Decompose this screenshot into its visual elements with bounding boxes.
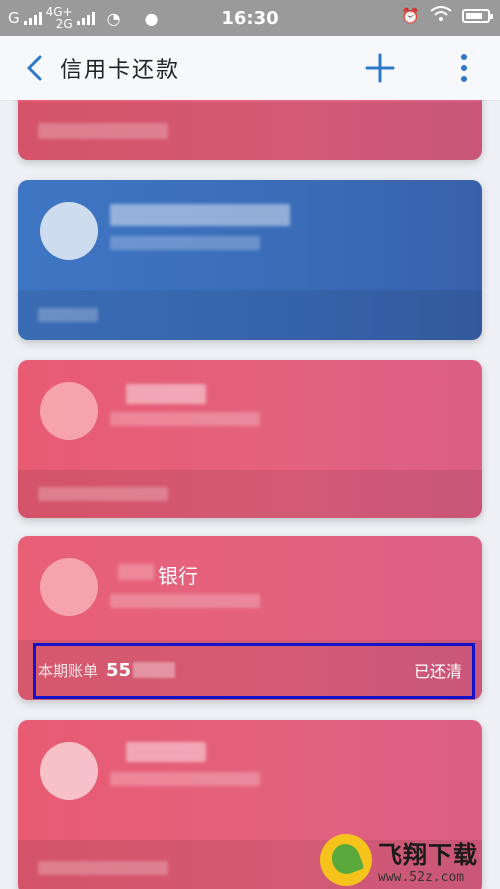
masked-bill-text bbox=[38, 308, 98, 322]
repayment-status: 已还清 bbox=[413, 662, 462, 681]
bank-logo bbox=[40, 558, 98, 616]
masked-card-number bbox=[110, 236, 260, 250]
wifi-icon bbox=[430, 6, 452, 26]
page-title: 信用卡还款 bbox=[60, 58, 181, 83]
bank-logo bbox=[40, 202, 98, 260]
card-bill-row bbox=[18, 290, 482, 340]
bank-name: 银行 bbox=[158, 564, 198, 588]
credit-card-item[interactable] bbox=[18, 360, 482, 518]
masked-bill-text bbox=[38, 487, 168, 501]
status-bar: G 4G+ 2G ◔ ● 16:30 ⏰ bbox=[0, 0, 500, 36]
masked-bank-name bbox=[110, 204, 290, 226]
masked-bank-name bbox=[126, 742, 206, 762]
chevron-left-icon bbox=[27, 55, 42, 81]
credit-card-item[interactable] bbox=[18, 100, 482, 160]
credit-card-item[interactable]: 银行 本期账单 55 已还清 bbox=[18, 536, 482, 700]
app-bar: 信用卡还款 bbox=[0, 36, 500, 101]
watermark-url: www.52z.com bbox=[378, 869, 465, 885]
bank-logo bbox=[40, 382, 98, 440]
watermark-logo-icon bbox=[320, 833, 372, 886]
masked-bank-prefix bbox=[118, 564, 154, 580]
credit-card-item[interactable] bbox=[18, 180, 482, 340]
plus-icon bbox=[365, 53, 395, 83]
masked-bank-name bbox=[126, 384, 206, 404]
back-button[interactable] bbox=[14, 48, 54, 88]
battery-icon bbox=[462, 9, 493, 23]
card-bill-row bbox=[18, 470, 482, 518]
bank-logo bbox=[40, 742, 98, 800]
watermark-brand: 飞翔下载 bbox=[378, 840, 478, 869]
card-bill-row bbox=[18, 102, 482, 160]
masked-card-number bbox=[110, 594, 260, 608]
watermark: 飞翔下载 www.52z.com bbox=[320, 830, 500, 889]
add-card-button[interactable] bbox=[360, 48, 400, 88]
bill-label: 本期账单 bbox=[38, 661, 99, 680]
card-list: 银行 本期账单 55 已还清 bbox=[0, 100, 500, 889]
battery-level bbox=[466, 13, 482, 19]
more-vertical-icon bbox=[461, 54, 467, 82]
more-options-button[interactable] bbox=[454, 48, 474, 88]
status-icons: ⏰ bbox=[401, 6, 493, 26]
masked-card-number bbox=[110, 412, 260, 426]
card-bill-row: 本期账单 55 已还清 bbox=[18, 640, 482, 700]
masked-amount bbox=[133, 662, 176, 678]
bill-amount: 55 bbox=[106, 659, 132, 681]
masked-bill-text bbox=[38, 860, 168, 875]
watermark-text: 飞翔下载 www.52z.com bbox=[378, 835, 478, 885]
alarm-icon: ⏰ bbox=[401, 7, 420, 25]
masked-card-number bbox=[110, 772, 260, 786]
masked-bill-text bbox=[38, 123, 168, 139]
